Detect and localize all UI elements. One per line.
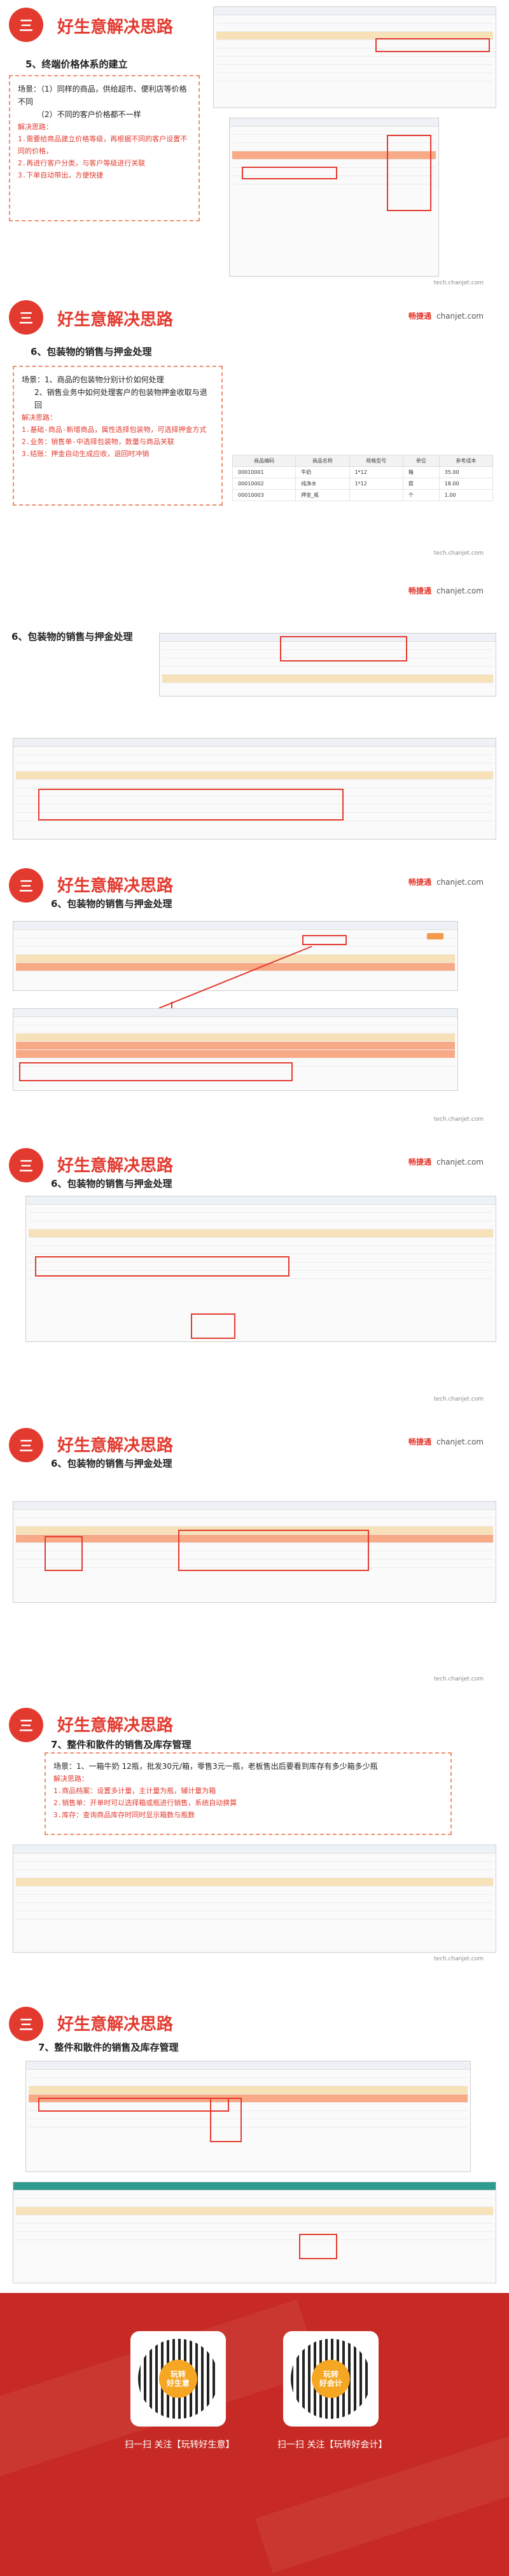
screenshot-stock-query (13, 2182, 496, 2283)
scene-line: 场景：（1）同样的商品，供给超市、便利店等价格不同 (18, 85, 187, 106)
watermark: tech.chanjet.com (433, 1396, 484, 1402)
footer-banner: 玩转 好生意 玩转 好会计 扫一扫 关注【玩转好生意】 扫一扫 关注【玩转好会计… (0, 2293, 509, 2576)
highlight-frame (45, 1536, 83, 1571)
scene-box: 场景：（1）同样的商品，供给超市、便利店等价格不同 （2）不同的客户价格都不一样… (9, 75, 200, 221)
section-subtitle: 7、整件和散件的销售及库存管理 (51, 1739, 192, 1750)
section-1: 三 好生意解决思路 5、终端价格体系的建立 场景：（1）同样的商品，供给超市、便… (0, 0, 509, 293)
method-line: 2.再进行客户分类，与客户等级进行关联 (18, 159, 146, 167)
method-line: 1.商品档案：设置多计量，主计量为瓶，辅计量为箱 (53, 1787, 216, 1795)
watermark: tech.chanjet.com (433, 280, 484, 286)
screenshot-unit-settings (13, 1845, 496, 1953)
watermark: tech.chanjet.com (433, 550, 484, 557)
brand-logo: 畅捷通 chanjet.com (408, 1437, 484, 1446)
highlight-frame (38, 789, 344, 821)
method-line: 3.库存：查询商品库存时同时显示箱数与瓶数 (53, 1811, 195, 1819)
method-label: 解决思路： (18, 123, 53, 131)
brand-logo: 畅捷通 chanjet.com (408, 1158, 484, 1167)
highlight-frame (38, 2098, 229, 2112)
section-4: 三 好生意解决思路 畅捷通 chanjet.com 6、包装物的销售与押金处理 t… (0, 852, 509, 1132)
qr-logo: 玩转 好会计 (312, 2360, 350, 2398)
qr-caption-right: 扫一扫 关注【玩转好会计】 (277, 2440, 387, 2450)
highlight-frame (178, 1530, 369, 1571)
section-subtitle: 5、终端价格体系的建立 (25, 59, 128, 70)
section-2: 三 好生意解决思路 畅捷通 chanjet.com 6、包装物的销售与押金处理 场… (0, 293, 509, 572)
qr-caption-left: 扫一扫 关注【玩转好生意】 (125, 2440, 235, 2450)
method-label: 解决思路： (22, 413, 57, 422)
scene-line: 2、销售业务中如何处理客户的包装物押金收取与退回 (34, 388, 207, 410)
section-badge: 三 (9, 1148, 43, 1182)
section-badge: 三 (9, 1708, 43, 1742)
section-5: 三 好生意解决思路 畅捷通 chanjet.com 6、包装物的销售与押金处理 t… (0, 1132, 509, 1412)
highlight-frame (375, 38, 490, 52)
highlight-frame (280, 636, 407, 661)
section-7: 三 好生意解决思路 7、整件和散件的销售及库存管理 场景：1、一箱牛奶 12瓶，… (0, 1692, 509, 1972)
section-badge: 三 (9, 300, 43, 335)
qr-code-right[interactable]: 玩转 好会计 (283, 2331, 379, 2427)
col-header: 参考成本 (438, 455, 494, 467)
highlight-frame (210, 2098, 242, 2142)
section-subtitle: 6、包装物的销售与押金处理 (51, 1458, 172, 1469)
table-row[interactable]: 00010001 牛奶 1*12 箱 35.00 (232, 466, 494, 478)
qr-code-left[interactable]: 玩转 好生意 (130, 2331, 226, 2427)
col-header: 商品编码 (232, 455, 296, 467)
section-title: 好生意解决思路 (57, 1156, 174, 1175)
section-badge: 三 (9, 8, 43, 42)
watermark: tech.chanjet.com (433, 1676, 484, 1682)
method-line: 1.需要给商品建立价格等级，再根据不同的客户设置不同的价格， (18, 135, 188, 155)
highlight-frame (19, 1062, 293, 1081)
col-header: 单位 (402, 455, 440, 467)
section-subtitle: 6、包装物的销售与押金处理 (51, 1178, 172, 1189)
watermark: tech.chanjet.com (433, 1116, 484, 1123)
method-label: 解决思路： (53, 1775, 88, 1783)
screenshot-price-list (213, 6, 496, 108)
section-3: 畅捷通 chanjet.com 6、包装物的销售与押金处理 (0, 572, 509, 852)
scene-line: 场景：1、一箱牛奶 12瓶，批发30元/箱，零售3元一瓶，老板售出后要看到库存有… (53, 1762, 378, 1771)
scene-box: 场景：1、一箱牛奶 12瓶，批发30元/箱，零售3元一瓶，老板售出后要看到库存有… (45, 1752, 452, 1835)
method-line: 2.业务：销售单-中选择包装物，数量与商品关联 (22, 438, 174, 446)
section-badge: 三 (9, 1428, 43, 1462)
scene-line: 场景：1、商品的包装物分别计价如何处理 (22, 375, 164, 384)
method-line: 3.结账：押金自动生成应收，退回时冲销 (22, 450, 150, 458)
brand-logo: 畅捷通 chanjet.com (408, 586, 484, 595)
section-title: 好生意解决思路 (57, 18, 174, 37)
section-6: 三 好生意解决思路 畅捷通 chanjet.com 6、包装物的销售与押金处理 t… (0, 1412, 509, 1692)
highlight-frame (35, 1256, 289, 1277)
section-badge: 三 (9, 2007, 43, 2041)
scene-box: 场景：1、商品的包装物分别计价如何处理 2、销售业务中如何处理客户的包装物押金收… (13, 366, 223, 506)
qr-logo: 玩转 好生意 (159, 2360, 197, 2398)
table-row[interactable]: 00010002 纯净水 1*12 提 18.00 (232, 478, 494, 490)
col-header: 规格型号 (349, 455, 403, 467)
brand-logo: 畅捷通 chanjet.com (408, 312, 484, 321)
product-table: 商品编码 商品名称 规格型号 单位 参考成本 00010001 牛奶 1*12 箱 35… (232, 455, 494, 501)
highlight-frame (191, 1313, 235, 1339)
highlight-frame (242, 167, 337, 179)
section-title: 好生意解决思路 (57, 2015, 174, 2034)
screenshot-sales-order-units (25, 2061, 471, 2172)
watermark: tech.chanjet.com (433, 1956, 484, 1962)
method-line: 1.基础-商品-新增商品，属性选择包装物，可选择押金方式 (22, 426, 207, 434)
section-subtitle: 6、包装物的销售与押金处理 (11, 631, 133, 642)
section-subtitle: 6、包装物的销售与押金处理 (31, 346, 152, 357)
highlight-frame (387, 135, 431, 211)
method-line: 2.销售单：开单时可以选择箱或瓶进行销售，系统自动换算 (53, 1799, 237, 1807)
section-title: 好生意解决思路 (57, 310, 174, 329)
highlight-frame (299, 2234, 337, 2259)
table-row[interactable]: 00010003 押金_瓶个 1.00 (232, 489, 494, 501)
scene-line: （2）不同的客户价格都不一样 (37, 110, 141, 119)
section-8: 三 好生意解决思路 7、整件和散件的销售及库存管理 (0, 1972, 509, 2293)
method-line: 3.下单自动带出，方便快捷 (18, 171, 104, 179)
section-title: 好生意解决思路 (57, 1436, 174, 1455)
section-title: 好生意解决思路 (57, 1716, 174, 1735)
col-header: 商品名称 (295, 455, 350, 467)
section-subtitle: 7、整件和散件的销售及库存管理 (38, 2042, 179, 2053)
